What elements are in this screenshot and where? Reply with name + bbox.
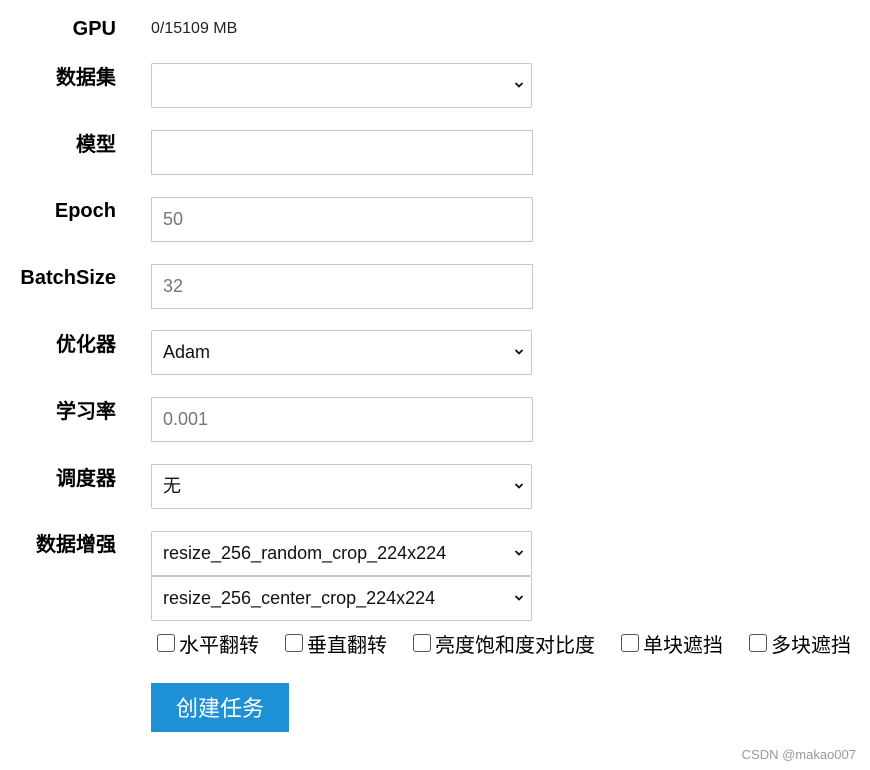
augmentation-label: 数据增强 [36, 534, 116, 556]
chevron-down-icon [514, 550, 524, 556]
eval-transform-value: resize_256_center_crop_224x224 [163, 588, 436, 608]
create-task-button[interactable]: 创建任务 [151, 683, 289, 732]
watermark: CSDN @makao007 [741, 747, 856, 762]
chevron-down-icon [514, 349, 524, 355]
checkbox-box[interactable] [157, 634, 175, 652]
checkbox-label: 水平翻转 [179, 634, 259, 657]
eval-transform-select[interactable]: resize_256_center_crop_224x224 [151, 576, 532, 621]
gpu-memory-value: 0/15109 MB [151, 20, 238, 37]
scheduler-label: 调度器 [56, 468, 116, 490]
checkbox-single-occlusion[interactable]: 单块遮挡 [621, 629, 723, 658]
checkbox-box[interactable] [413, 634, 431, 652]
batch-size-label: BatchSize [20, 267, 116, 289]
chevron-down-icon [514, 82, 524, 88]
train-transform-select[interactable]: resize_256_random_crop_224x224 [151, 531, 532, 576]
training-task-form: GPU 0/15109 MB 数据集 模型 Epoch 50 BatchSize… [0, 0, 870, 770]
augmentation-options: 水平翻转 垂直翻转 亮度饱和度对比度 单块遮挡 多块遮挡 [157, 629, 851, 658]
learning-rate-label: 学习率 [56, 401, 116, 423]
dataset-select[interactable] [151, 63, 532, 108]
checkbox-label: 亮度饱和度对比度 [435, 634, 595, 657]
scheduler-select-value: 无 [163, 476, 181, 496]
train-transform-value: resize_256_random_crop_224x224 [163, 543, 447, 563]
model-label: 模型 [76, 134, 116, 156]
checkbox-box[interactable] [621, 634, 639, 652]
learning-rate-input[interactable]: 0.001 [151, 397, 533, 442]
chevron-down-icon [514, 595, 524, 601]
checkbox-label: 垂直翻转 [307, 634, 387, 657]
checkbox-label: 单块遮挡 [643, 634, 723, 657]
checkbox-box[interactable] [749, 634, 767, 652]
checkbox-label: 多块遮挡 [771, 634, 851, 657]
checkbox-vertical-flip[interactable]: 垂直翻转 [285, 629, 387, 658]
epoch-input[interactable]: 50 [151, 197, 533, 242]
epoch-label: Epoch [54, 200, 116, 222]
dataset-label: 数据集 [56, 67, 116, 89]
scheduler-select[interactable]: 无 [151, 464, 532, 509]
chevron-down-icon [514, 483, 524, 489]
optimizer-label: 优化器 [56, 334, 116, 356]
checkbox-color-jitter[interactable]: 亮度饱和度对比度 [413, 629, 595, 658]
model-input[interactable] [151, 130, 533, 175]
optimizer-select-value: Adam [163, 342, 211, 362]
checkbox-multi-occlusion[interactable]: 多块遮挡 [749, 629, 851, 658]
optimizer-select[interactable]: Adam [151, 330, 532, 375]
batch-size-input[interactable]: 32 [151, 264, 533, 309]
checkbox-box[interactable] [285, 634, 303, 652]
gpu-label: GPU [72, 18, 116, 40]
checkbox-horizontal-flip[interactable]: 水平翻转 [157, 629, 259, 658]
